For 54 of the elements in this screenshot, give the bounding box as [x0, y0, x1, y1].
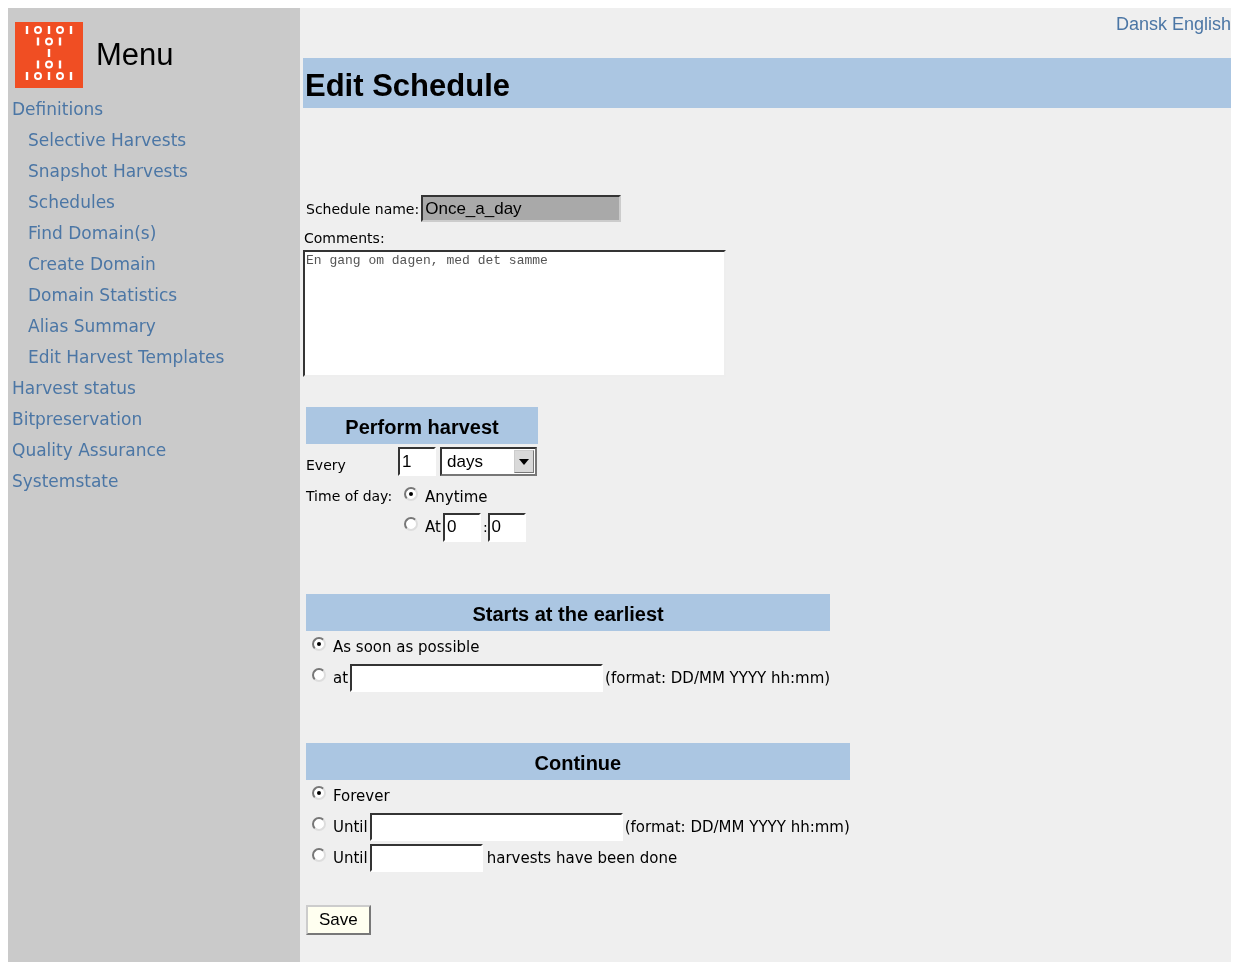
- minute-field[interactable]: 0: [487, 512, 526, 542]
- section-header: Perform harvest: [306, 407, 538, 444]
- hour-field[interactable]: 0: [442, 512, 481, 542]
- comments-field[interactable]: En gang om dagen, med det samme: [303, 250, 726, 377]
- radio-button[interactable]: [312, 816, 326, 831]
- menu-link[interactable]: Quality Assurance: [12, 435, 167, 466]
- format-hint: (format: DD/MM YYYY hh:mm): [624, 817, 850, 836]
- save-button[interactable]: Save: [306, 905, 371, 935]
- radio-button[interactable]: [312, 636, 326, 651]
- radio-button[interactable]: [404, 487, 418, 501]
- option-label: harvests have been done: [486, 848, 678, 867]
- radio-button[interactable]: [312, 785, 326, 800]
- menu-link[interactable]: Edit Harvest Templates: [28, 342, 225, 373]
- menu-link[interactable]: Find Domain(s): [28, 218, 157, 249]
- language-link[interactable]: Dansk: [1115, 14, 1167, 35]
- menu-link[interactable]: Snapshot Harvests: [28, 156, 188, 187]
- separator: :: [482, 519, 488, 535]
- field-label: Every: [306, 455, 347, 473]
- language-link[interactable]: English: [1171, 14, 1231, 35]
- menu-link[interactable]: Domain Statistics: [28, 280, 178, 311]
- page-title: Edit Schedule: [303, 58, 1231, 108]
- menu-link[interactable]: Selective Harvests: [28, 125, 187, 156]
- option-label: Until: [333, 848, 368, 867]
- logo-icon: [15, 22, 83, 88]
- menu-link[interactable]: Bitpreservation: [12, 404, 143, 435]
- menu-link[interactable]: Schedules: [28, 187, 115, 218]
- section-header: Starts at the earliest: [306, 594, 831, 631]
- schedule-name-field[interactable]: Once_a_day: [421, 195, 622, 222]
- option-label: At: [425, 518, 441, 536]
- menu-link[interactable]: Definitions: [12, 94, 104, 125]
- menu-title: Menu: [96, 37, 174, 73]
- field-label: Time of day:: [306, 487, 394, 506]
- option-label: Until: [333, 817, 368, 836]
- menu-link[interactable]: Create Domain: [28, 249, 156, 280]
- format-hint: (format: DD/MM YYYY hh:mm): [605, 668, 831, 687]
- field-label: Schedule name:: [306, 200, 420, 217]
- option-label: As soon as possible: [333, 637, 480, 656]
- section-header: Continue: [306, 743, 850, 780]
- count-field[interactable]: [369, 843, 483, 872]
- radio-button[interactable]: [312, 847, 326, 862]
- radio-button[interactable]: [404, 517, 418, 531]
- date-field[interactable]: [350, 663, 604, 692]
- option-label: Forever: [333, 786, 390, 805]
- menu-link[interactable]: Alias Summary: [28, 311, 156, 342]
- unit-dropdown[interactable]: days: [440, 447, 537, 476]
- date-field[interactable]: [369, 812, 623, 841]
- menu-link[interactable]: Harvest status: [12, 373, 136, 404]
- option-label: at: [333, 668, 349, 687]
- interval-field[interactable]: 1: [398, 447, 436, 476]
- field-label: Comments:: [304, 230, 385, 246]
- option-label: Anytime: [425, 488, 488, 506]
- menu-link[interactable]: Systemstate: [12, 466, 119, 497]
- radio-button[interactable]: [312, 667, 326, 682]
- dropdown-arrow-icon: [519, 458, 529, 465]
